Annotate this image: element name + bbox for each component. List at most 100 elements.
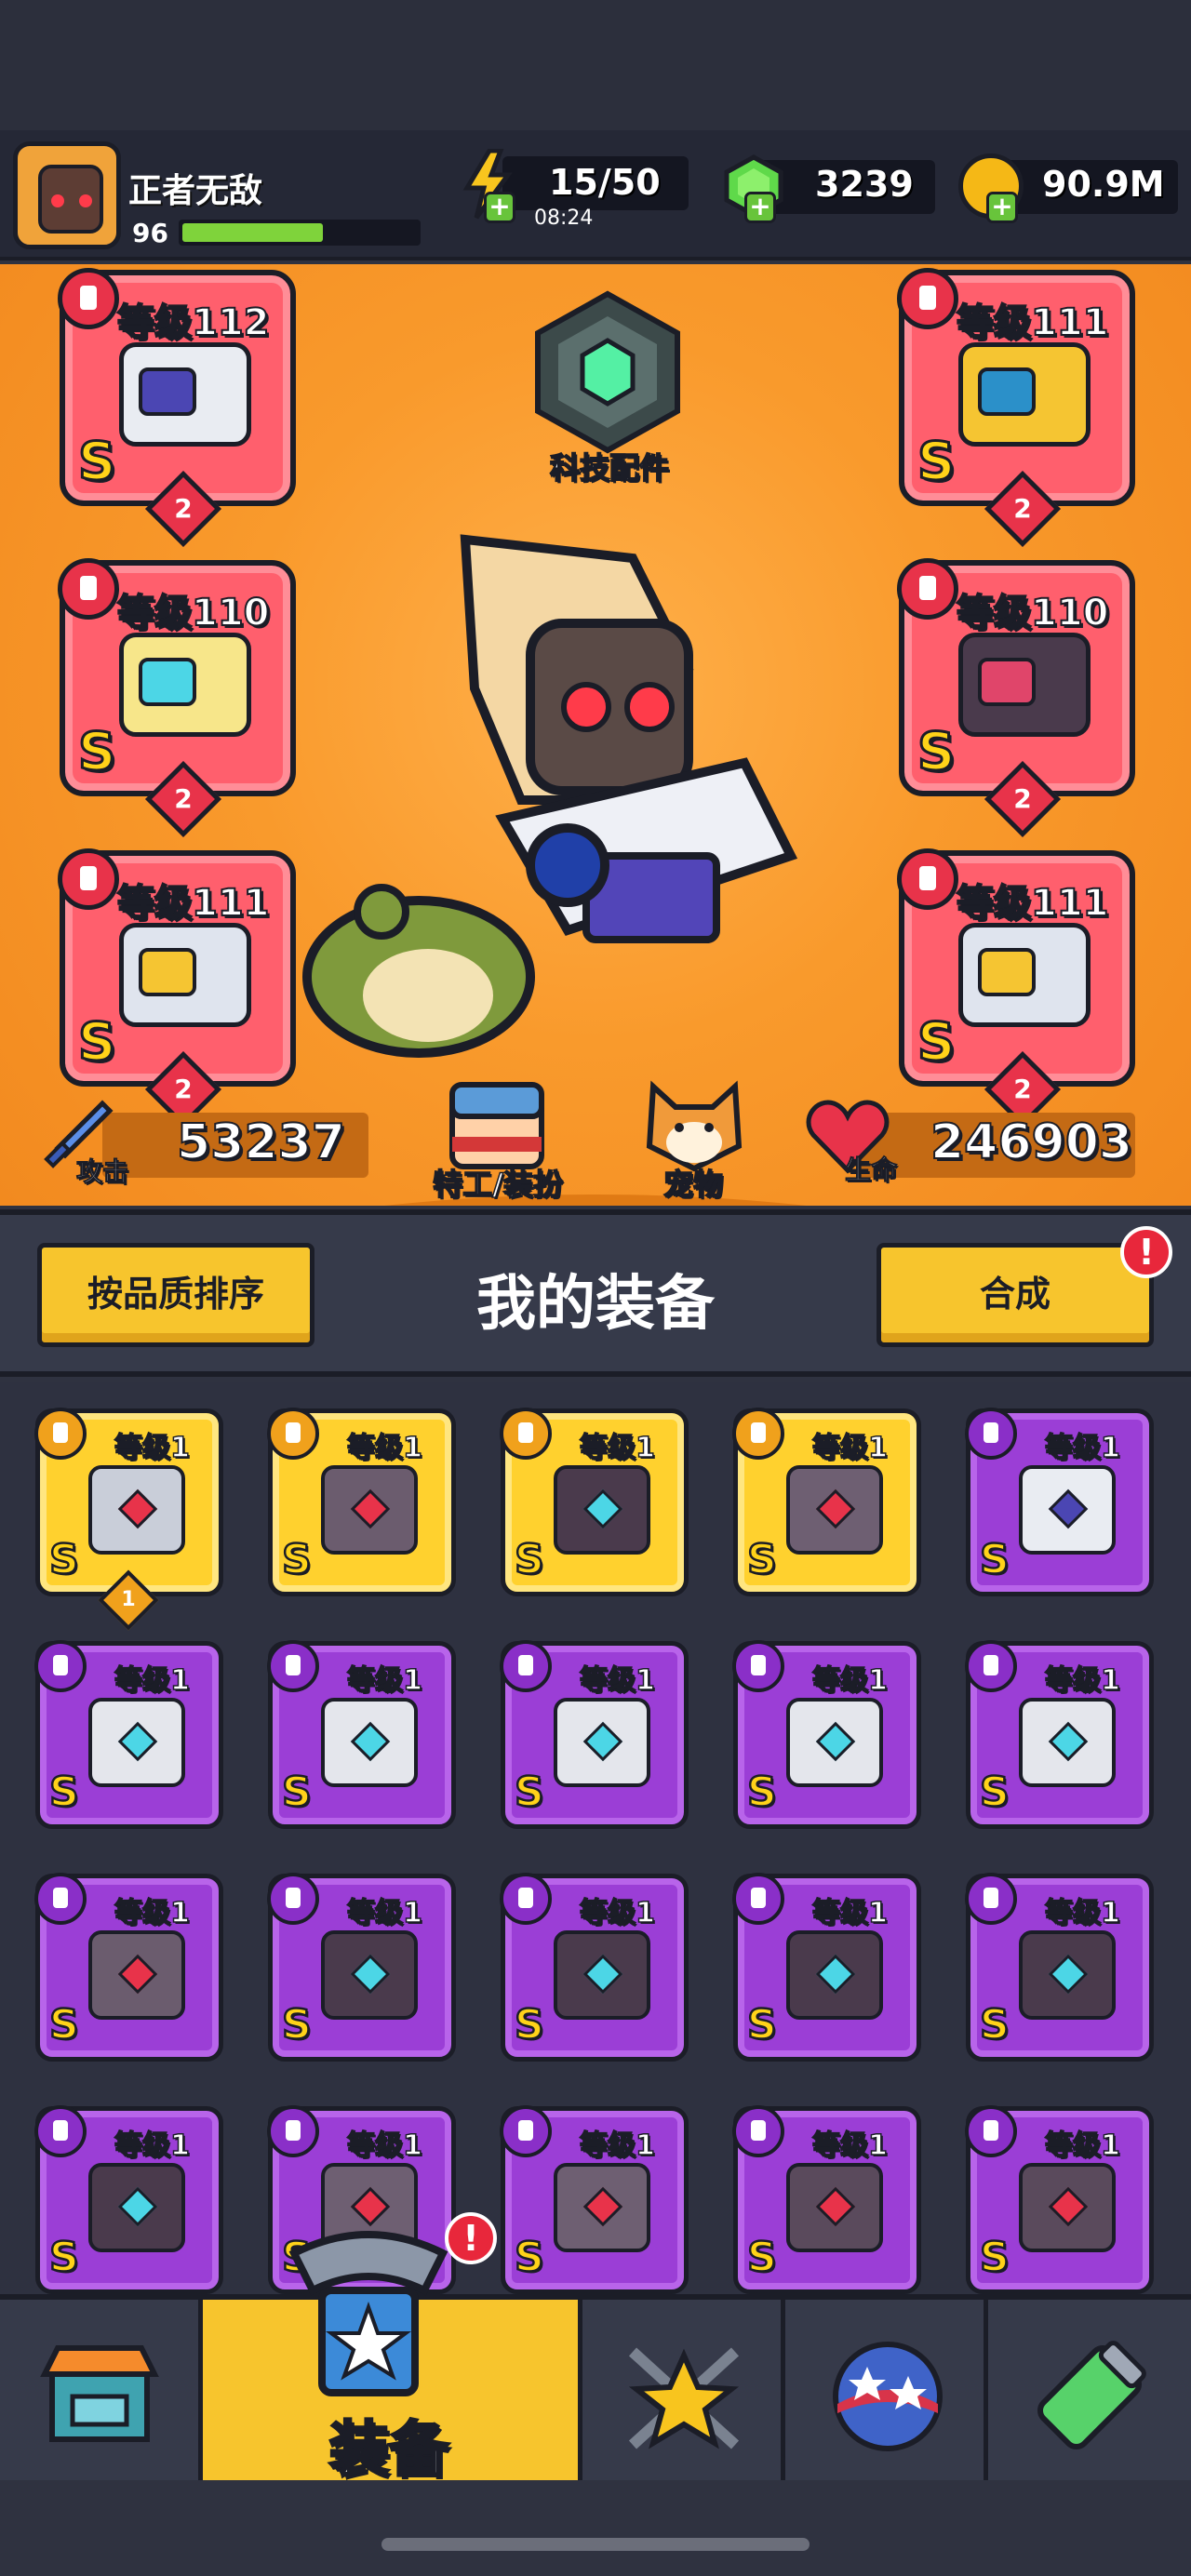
item-art [554,1698,650,1787]
frog-pet-art [302,884,535,1058]
item-level: 等级1 [346,1431,422,1465]
item-rank: S [746,2233,778,2283]
tech-parts-icon[interactable] [529,288,687,456]
inventory-item[interactable]: 等级1 S [732,1408,921,1596]
nav-tab-gene[interactable] [988,2300,1191,2480]
add-energy-button[interactable]: + [484,192,515,223]
inventory-item[interactable]: 等级1 S [34,1640,223,1829]
nav-tab-talent[interactable] [582,2300,785,2480]
item-art [321,1930,418,2020]
item-level: 等级1 [114,1663,190,1698]
sort-by-quality-button[interactable]: 按品质排序 [37,1243,314,1347]
status-strip [0,0,1191,130]
necklace-icon [267,1408,319,1460]
attack-value: 53237 [176,1114,346,1171]
armor-icon [267,1640,319,1692]
inventory-grid: 等级1 S 1 等级1 S 等级1 S 等级1 S 等级1 S 等级1 S 等级1 S 等级1 S 等级1 S 等级1… [0,1382,1191,2294]
item-art [786,1930,883,2020]
hp-value: 246903 [930,1114,1133,1171]
item-star-badge: 1 [98,1569,159,1631]
armor-icon [965,1640,1017,1692]
nav-equipment-label[interactable]: 装备 [296,2402,482,2488]
weapon-icon [58,268,119,329]
item-rank: S [979,1768,1010,1818]
inventory-item[interactable]: 等级1 S [965,1408,1154,1596]
slot-level: 等级110 [116,591,270,635]
necklace-icon [34,1873,87,1925]
equipment-title: 我的装备 [476,1270,715,1339]
slot-rank: S [916,721,956,784]
inventory-item[interactable]: 等级1 S [500,1873,689,2062]
inventory-item[interactable]: 等级1 S [500,1408,689,1596]
weapon-art [119,342,251,447]
armor-icon [897,268,958,329]
item-rank: S [979,1535,1010,1585]
glove-art [119,923,251,1027]
item-rank: S [979,2233,1010,2283]
inventory-item[interactable]: 等级1 S [500,1640,689,1829]
add-coin-button[interactable]: + [986,192,1018,223]
gene-tube-icon [1037,2341,1146,2450]
item-rank: S [514,2000,545,2050]
pet-label[interactable]: 宠物 [623,1161,763,1204]
item-level: 等级1 [579,2129,655,2163]
avatar-face [38,165,103,234]
slot-star-count: 2 [1013,783,1032,814]
armor-icon [34,1640,87,1692]
merge-button[interactable]: 合成 [877,1243,1154,1347]
item-art [88,2163,185,2252]
item-art [786,2163,883,2252]
inventory-item[interactable]: 等级1 S [965,2105,1154,2294]
talent-star-icon [628,2347,740,2449]
slot-glove[interactable]: 等级111 S 2 [58,848,296,1128]
inventory-item[interactable]: 等级1 S [732,1873,921,2062]
boot-icon [732,2105,784,2157]
item-art [554,1930,650,2020]
inventory-item[interactable]: 等级1 S [267,1873,456,2062]
nav-tab-shop[interactable] [0,2300,203,2480]
item-level: 等级1 [579,1896,655,1930]
nav-tab-evolve[interactable] [785,2300,988,2480]
inventory-item[interactable]: 等级1 S [732,1640,921,1829]
add-gem-button[interactable]: + [744,192,776,223]
item-rank: S [514,1768,545,1818]
slot-necklace[interactable]: 等级110 S 2 [58,558,296,838]
avatar[interactable] [13,141,121,249]
shiba-pet-icon[interactable] [642,1079,746,1172]
inventory-item[interactable]: 等级1 S [267,1408,456,1596]
item-rank: S [48,1768,80,1818]
slot-weapon[interactable]: 等级112 S 2 [58,268,296,548]
inventory-item[interactable]: 等级1 S [500,2105,689,2294]
inventory-item[interactable]: 等级1 S [267,1640,456,1829]
boot-art [958,923,1091,1027]
sword-icon [34,1408,87,1460]
slot-armor[interactable]: 等级111 S 2 [897,268,1135,548]
tech-parts-label: 科技配件 [549,449,670,487]
item-art [1019,1698,1116,1787]
home-indicator[interactable] [381,2538,810,2551]
gem-value: 3239 [815,164,914,205]
belt-art [958,633,1091,737]
slot-boot[interactable]: 等级111 S 2 [897,848,1135,1128]
agent-costume-icon[interactable] [445,1079,549,1172]
agent-costume-label[interactable]: 特工/装扮 [409,1161,586,1204]
item-art [88,1930,185,2020]
inventory-item[interactable]: 等级1 S [732,2105,921,2294]
slot-level: 等级112 [116,300,270,345]
inventory-item[interactable]: 等级1 S [965,1873,1154,2062]
item-level: 等级1 [811,1663,888,1698]
inventory-item[interactable]: 等级1 S [34,2105,223,2294]
inventory-item[interactable]: 等级1 S [34,1873,223,2062]
shop-icon [40,2345,159,2442]
item-rank: S [979,2000,1010,2050]
inventory-item[interactable]: 等级1 S 1 [34,1408,223,1631]
item-art [321,1465,418,1555]
item-rank: S [514,1535,545,1585]
glove-icon [500,2105,552,2157]
item-star-count: 1 [121,1588,136,1611]
inventory-item[interactable]: 等级1 S [965,1640,1154,1829]
slot-belt[interactable]: 等级110 S 2 [897,558,1135,838]
attack-label: 攻击 [75,1156,129,1188]
item-level: 等级1 [346,2129,422,2163]
necklace-art [119,633,251,737]
